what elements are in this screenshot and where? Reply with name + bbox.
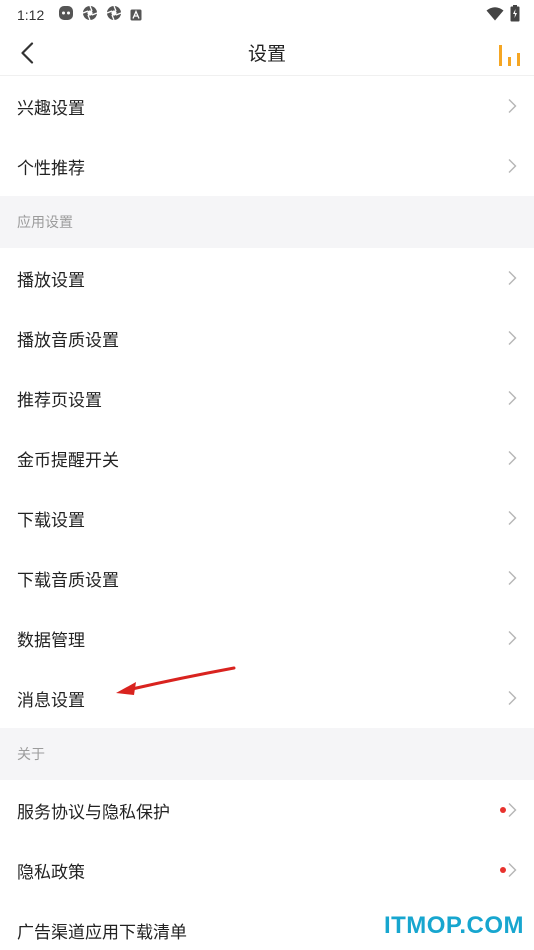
chevron-right-icon [508,391,517,405]
settings-item-label: 服务协议与隐私保护 [17,802,170,823]
chevron-right-icon [508,631,517,645]
chevron-left-icon [21,42,34,64]
section-title: 关于 [17,747,45,763]
settings-item-label: 下载设置 [17,510,85,531]
aperture-icon [106,5,122,25]
settings-item-playback[interactable]: 播放设置 [0,248,534,308]
settings-item-interest[interactable]: 兴趣设置 [0,76,534,136]
section-title: 应用设置 [17,215,73,231]
chevron-right-icon [508,451,517,465]
settings-item-label: 兴趣设置 [17,98,85,119]
settings-item-label: 播放设置 [17,270,85,291]
chevron-right-icon [508,159,517,173]
chevron-right-icon [508,331,517,345]
robot-icon [58,5,74,25]
settings-item-label: 金币提醒开关 [17,450,119,471]
settings-item-playback-quality[interactable]: 播放音质设置 [0,308,534,368]
back-button[interactable] [12,38,42,68]
battery-icon [510,4,520,26]
chevron-right-icon [508,99,517,113]
chevron-right-icon [508,691,517,705]
settings-item-message[interactable]: 消息设置 [0,668,534,728]
settings-item-data-management[interactable]: 数据管理 [0,608,534,668]
chevron-right-icon [508,863,517,877]
status-time: 1:12 [17,7,45,23]
page-title: 设置 [247,43,286,65]
aperture-icon [82,5,98,25]
chevron-right-icon [508,511,517,525]
chevron-right-icon [508,803,517,817]
settings-item-label: 个性推荐 [17,158,85,179]
settings-item-label: 下载音质设置 [17,570,119,591]
section-header-app: 应用设置 [0,196,534,248]
settings-item-coin-reminder[interactable]: 金币提醒开关 [0,428,534,488]
chevron-right-icon [508,571,517,585]
settings-item-label: 消息设置 [17,690,85,711]
settings-item-privacy-policy[interactable]: 隐私政策 [0,840,534,900]
settings-item-personal-recommend[interactable]: 个性推荐 [0,136,534,196]
settings-item-service-agreement[interactable]: 服务协议与隐私保护 [0,780,534,840]
status-right-icons [486,4,520,26]
watermark-logo: ITMOP.COM [383,912,524,939]
settings-item-label: 播放音质设置 [17,330,119,351]
a-badge-icon [130,6,142,25]
wifi-icon [486,6,504,25]
settings-item-label: 隐私政策 [17,862,85,883]
settings-item-label: 推荐页设置 [17,390,102,411]
audio-playing-button[interactable] [496,38,524,68]
red-dot-badge [500,867,506,873]
red-dot-badge [500,807,506,813]
status-icons [58,5,142,25]
settings-item-download[interactable]: 下载设置 [0,488,534,548]
settings-item-recommend-page[interactable]: 推荐页设置 [0,368,534,428]
settings-item-label: 数据管理 [17,630,85,651]
settings-item-label: 广告渠道应用下载清单 [17,922,187,943]
chevron-right-icon [508,271,517,285]
section-header-about: 关于 [0,728,534,780]
navigation-bar: 设置 [0,30,534,76]
settings-list: 兴趣设置 个性推荐 应用设置 播放设置 播放音质设置 推荐页设置 金币提醒开关 … [0,76,534,950]
status-bar: 1:12 [0,0,534,30]
audio-bars-icon [499,45,520,66]
settings-item-download-quality[interactable]: 下载音质设置 [0,548,534,608]
